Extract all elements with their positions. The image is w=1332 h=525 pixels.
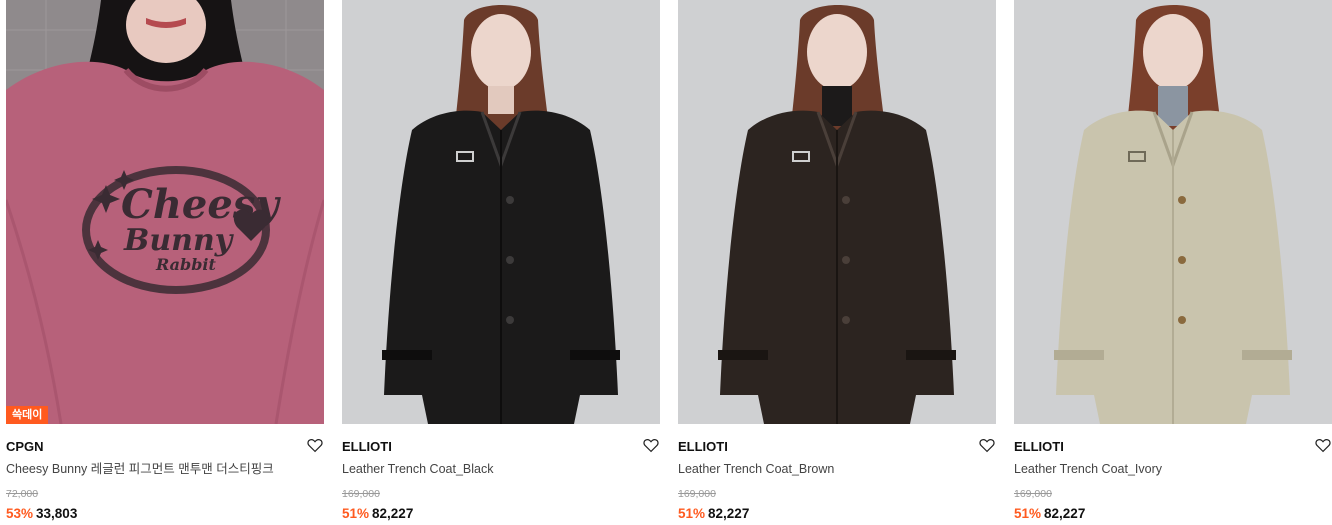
original-price: 169,000 bbox=[678, 488, 716, 500]
product-image[interactable] bbox=[1014, 0, 1332, 424]
print-line-3: Rabbit bbox=[155, 255, 216, 274]
price-row: 51% 82,227 bbox=[1014, 506, 1332, 522]
brand-name[interactable]: ELLIOTI bbox=[342, 439, 392, 455]
product-photo-coat-ivory bbox=[1014, 0, 1332, 424]
product-image[interactable] bbox=[678, 0, 996, 424]
sale-price: 33,803 bbox=[36, 506, 78, 521]
product-card: Cheesy Bunny Rabbit 쓱데이 CPGN Cheesy Bunn… bbox=[6, 0, 324, 525]
discount-rate: 51% bbox=[1014, 506, 1042, 521]
original-price: 169,000 bbox=[1014, 488, 1052, 500]
discount-rate: 53% bbox=[6, 506, 34, 521]
price-row: 53% 33,803 bbox=[6, 506, 324, 522]
brand-name[interactable]: ELLIOTI bbox=[678, 439, 728, 455]
sale-price: 82,227 bbox=[372, 506, 414, 521]
product-card: ELLIOTI Leather Trench Coat_Brown 169,00… bbox=[678, 0, 996, 525]
product-photo-sweatshirt: Cheesy Bunny Rabbit bbox=[6, 0, 324, 424]
price-row: 51% 82,227 bbox=[678, 506, 996, 522]
product-title[interactable]: Leather Trench Coat_Ivory bbox=[1014, 461, 1332, 477]
heart-outline-icon[interactable] bbox=[978, 436, 996, 454]
original-price: 72,000 bbox=[6, 488, 39, 500]
sale-price: 82,227 bbox=[1044, 506, 1086, 521]
product-card: ELLIOTI Leather Trench Coat_Ivory 169,00… bbox=[1014, 0, 1332, 525]
brand-name[interactable]: CPGN bbox=[6, 439, 44, 455]
print-line-2: Bunny bbox=[123, 223, 235, 258]
brand-name[interactable]: ELLIOTI bbox=[1014, 439, 1064, 455]
promo-badge: 쓱데이 bbox=[6, 406, 49, 424]
product-title[interactable]: Leather Trench Coat_Brown bbox=[678, 461, 996, 477]
original-price: 169,000 bbox=[342, 488, 380, 500]
price-row: 51% 82,227 bbox=[342, 506, 660, 522]
discount-rate: 51% bbox=[678, 506, 706, 521]
heart-outline-icon[interactable] bbox=[642, 436, 660, 454]
product-card: ELLIOTI Leather Trench Coat_Black 169,00… bbox=[342, 0, 660, 525]
product-photo-coat-black bbox=[342, 0, 660, 424]
discount-rate: 51% bbox=[342, 506, 370, 521]
product-grid: Cheesy Bunny Rabbit 쓱데이 CPGN Cheesy Bunn… bbox=[0, 0, 1332, 525]
sale-price: 82,227 bbox=[708, 506, 750, 521]
product-image[interactable] bbox=[342, 0, 660, 424]
product-photo-coat-brown bbox=[678, 0, 996, 424]
product-image[interactable]: Cheesy Bunny Rabbit 쓱데이 bbox=[6, 0, 324, 424]
heart-outline-icon[interactable] bbox=[306, 436, 324, 454]
product-title[interactable]: Cheesy Bunny 레글런 피그먼트 맨투맨 더스티핑크 bbox=[6, 461, 324, 477]
product-title[interactable]: Leather Trench Coat_Black bbox=[342, 461, 660, 477]
heart-outline-icon[interactable] bbox=[1314, 436, 1332, 454]
